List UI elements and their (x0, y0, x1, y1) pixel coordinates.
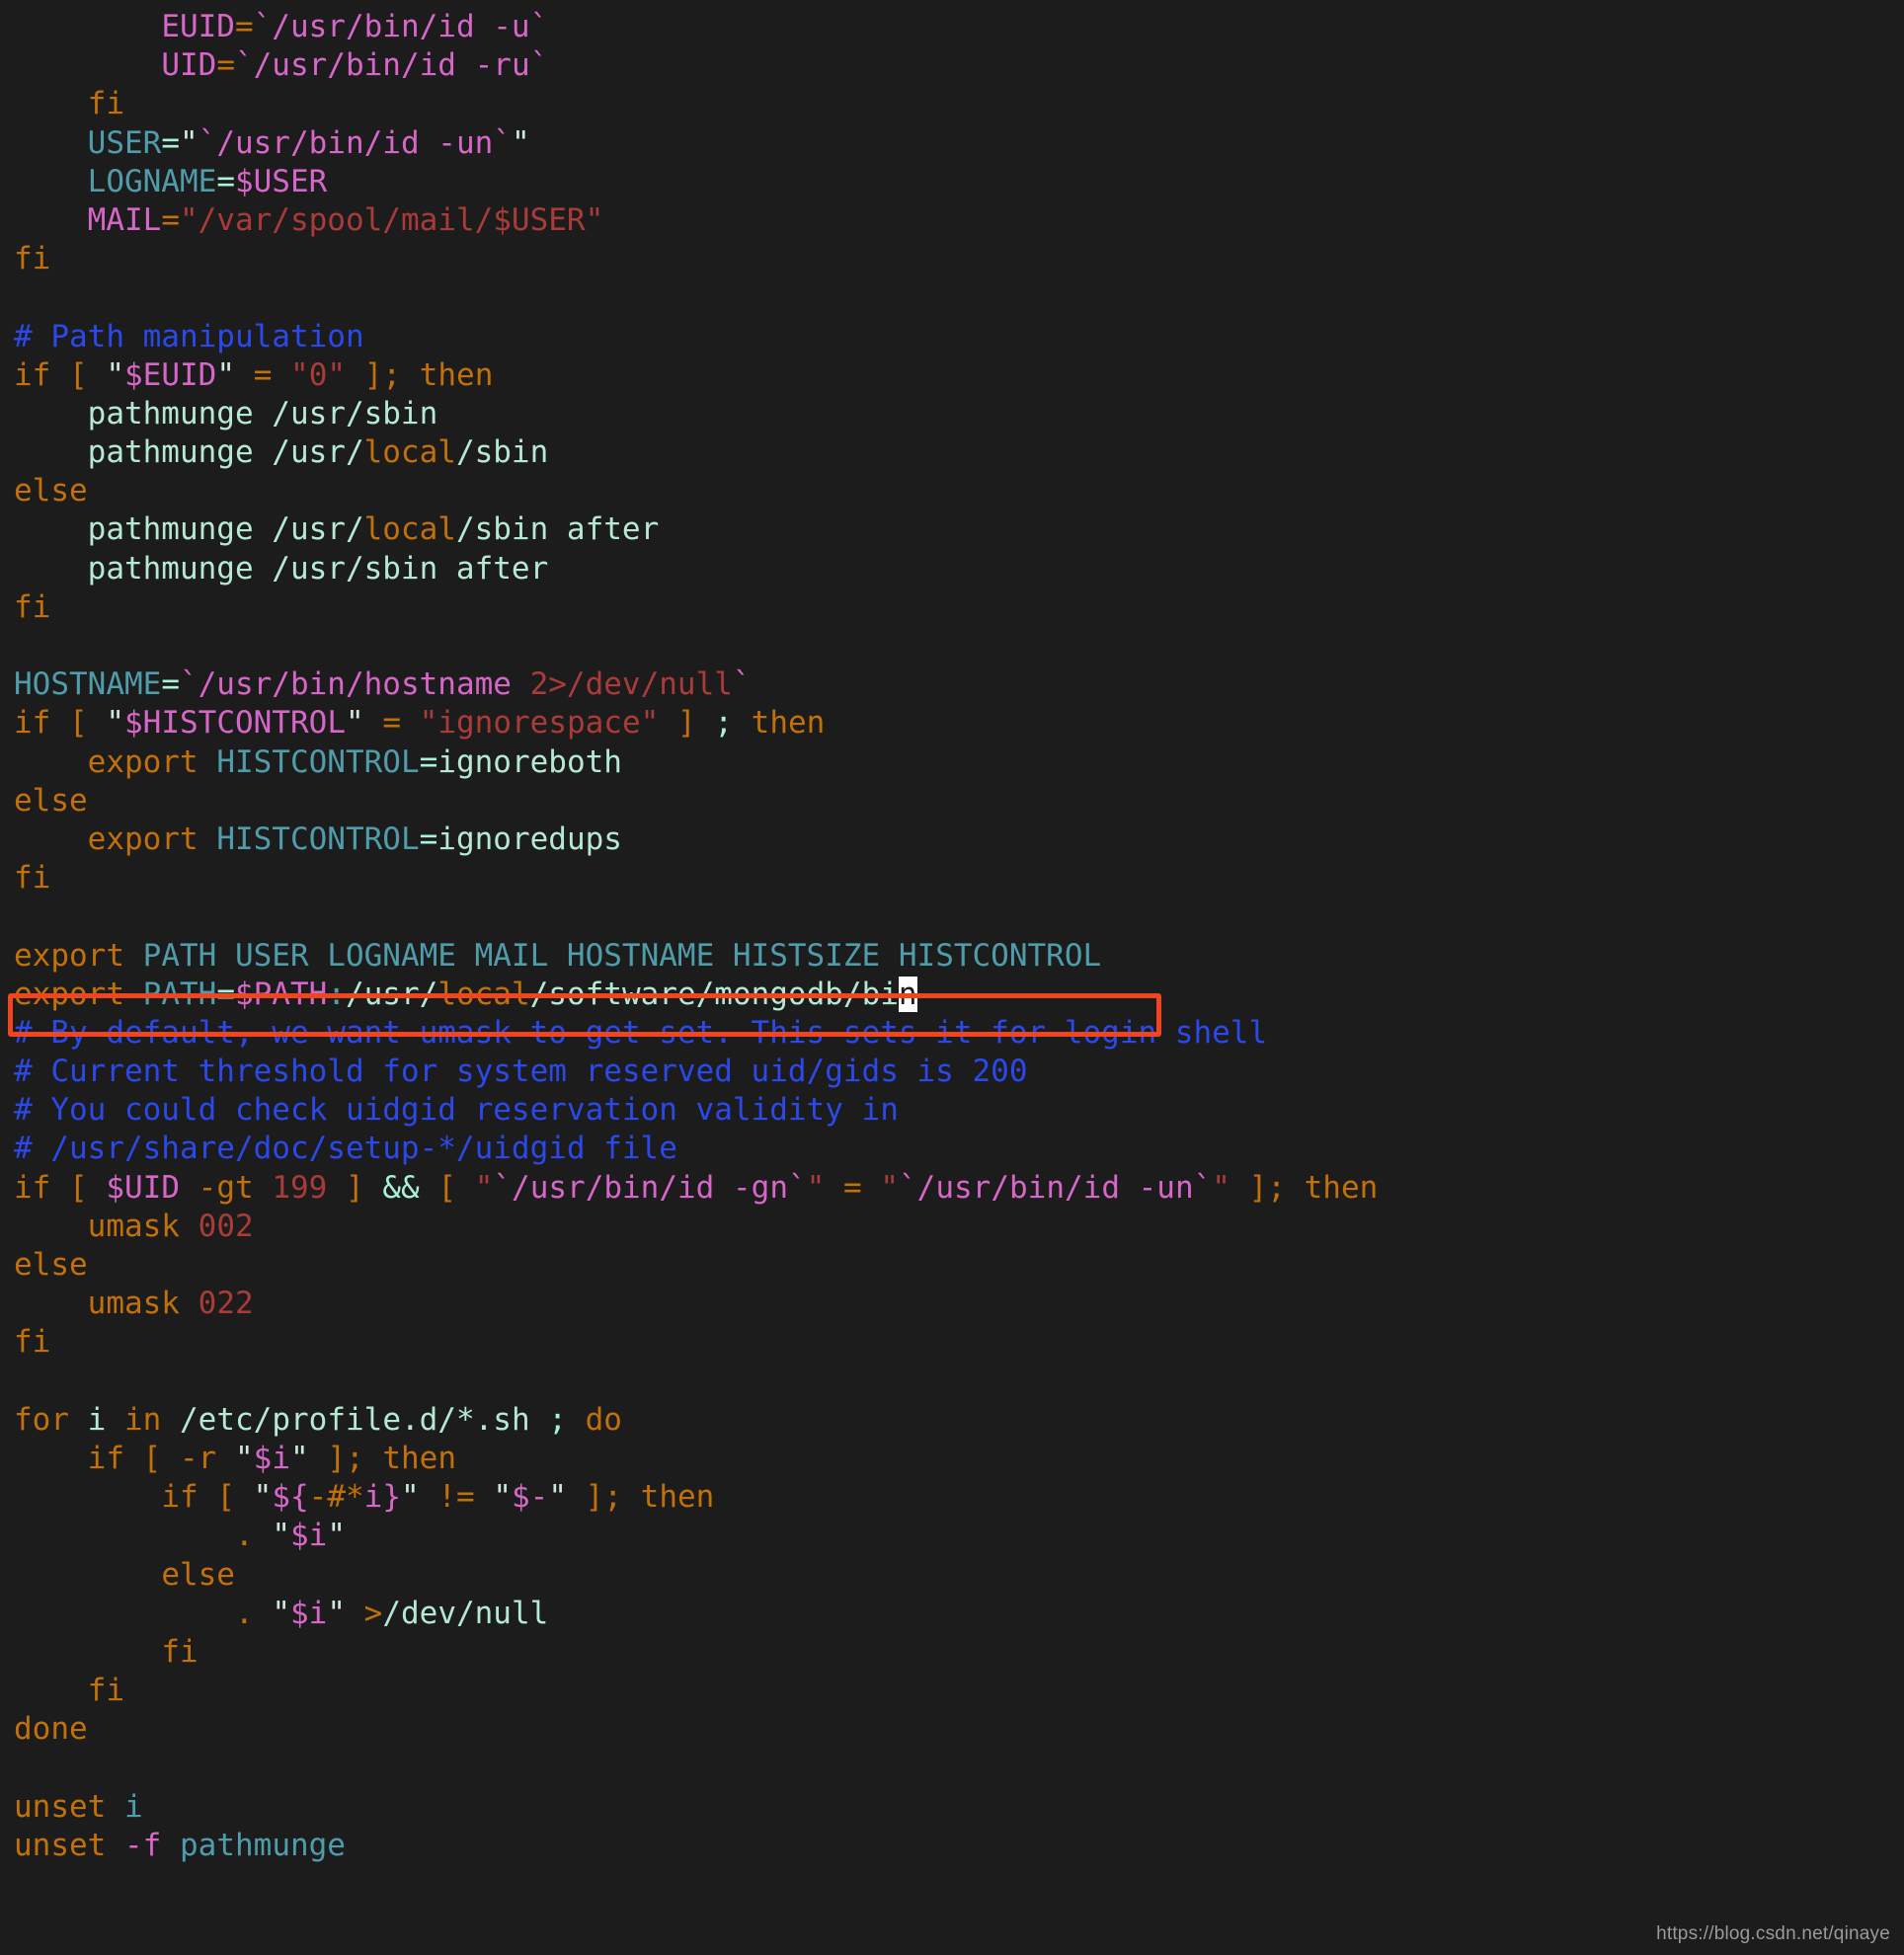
code-line: fi (87, 86, 124, 122)
code-line-highlighted: export PATH=$PATH:/usr/local/software/mo… (14, 976, 917, 1012)
code-line: else (14, 473, 88, 509)
code-line: fi (14, 241, 51, 277)
code-line: unset i (14, 1788, 143, 1825)
code-line: # Current threshold for system reserved … (14, 1054, 1028, 1090)
code-line: pathmunge /usr/sbin after (14, 550, 549, 586)
code-line: if [ $UID -gt 199 ] && [ "`/usr/bin/id -… (14, 1169, 1379, 1206)
code-line: UID=`/usr/bin/id -ru` (161, 47, 549, 84)
code-line: HOSTNAME=`/usr/bin/hostname 2>/dev/null` (14, 666, 752, 703)
code-line: fi (14, 860, 51, 897)
code-line: else (161, 1556, 235, 1593)
code-line: pathmunge /usr/local/sbin after (14, 511, 660, 548)
code-line: else (14, 782, 88, 819)
watermark-url: https://blog.csdn.net/qinaye (1656, 1923, 1890, 1944)
code-line: if [ "$EUID" = "0" ]; then (14, 356, 494, 393)
code-line: unset -f pathmunge (14, 1827, 346, 1863)
code-line: done (14, 1711, 88, 1748)
code-line: fi (14, 588, 51, 625)
code-line: EUID=`/usr/bin/id -u` (161, 9, 549, 44)
code-line: # /usr/share/doc/setup-*/uidgid file (14, 1131, 677, 1167)
code-line: export HISTCONTROL=ignoredups (87, 821, 622, 857)
code-line: MAIL="/var/spool/mail/$USER" (87, 201, 604, 238)
code-line: . "$i" (234, 1518, 346, 1554)
code-line: . "$i" >/dev/null (234, 1595, 549, 1631)
code-line: # Path manipulation (14, 318, 364, 354)
code-editor-pane[interactable]: EUID=`/usr/bin/id -u` UID=`/usr/bin/id -… (0, 0, 1904, 1955)
code-line: # By default, we want umask to get set. … (14, 1014, 1268, 1051)
code-line: umask 002 (87, 1208, 254, 1244)
code-line: else (14, 1247, 88, 1283)
code-line: pathmunge /usr/local/sbin (14, 434, 549, 471)
code-line: USER="`/usr/bin/id -un`" (87, 124, 530, 161)
code-line: LOGNAME=$USER (87, 163, 328, 199)
text-cursor: n (898, 976, 917, 1012)
code-line: export HISTCONTROL=ignoreboth (87, 743, 622, 780)
code-line: fi (14, 1324, 51, 1361)
code-line: fi (161, 1633, 198, 1670)
code-line: fi (87, 1673, 124, 1709)
code-line: pathmunge /usr/sbin (14, 395, 438, 431)
code-line: # You could check uidgid reservation val… (14, 1092, 899, 1129)
code-line: if [ "$HISTCONTROL" = "ignorespace" ] ; … (14, 705, 826, 742)
code-line: export PATH USER LOGNAME MAIL HOSTNAME H… (14, 937, 1102, 974)
code-line: if [ -r "$i" ]; then (87, 1440, 456, 1476)
code-line: umask 022 (87, 1286, 254, 1322)
code-line: if [ "${-#*i}" != "$-" ]; then (161, 1479, 715, 1516)
code-line: for i in /etc/profile.d/*.sh ; do (14, 1401, 622, 1438)
